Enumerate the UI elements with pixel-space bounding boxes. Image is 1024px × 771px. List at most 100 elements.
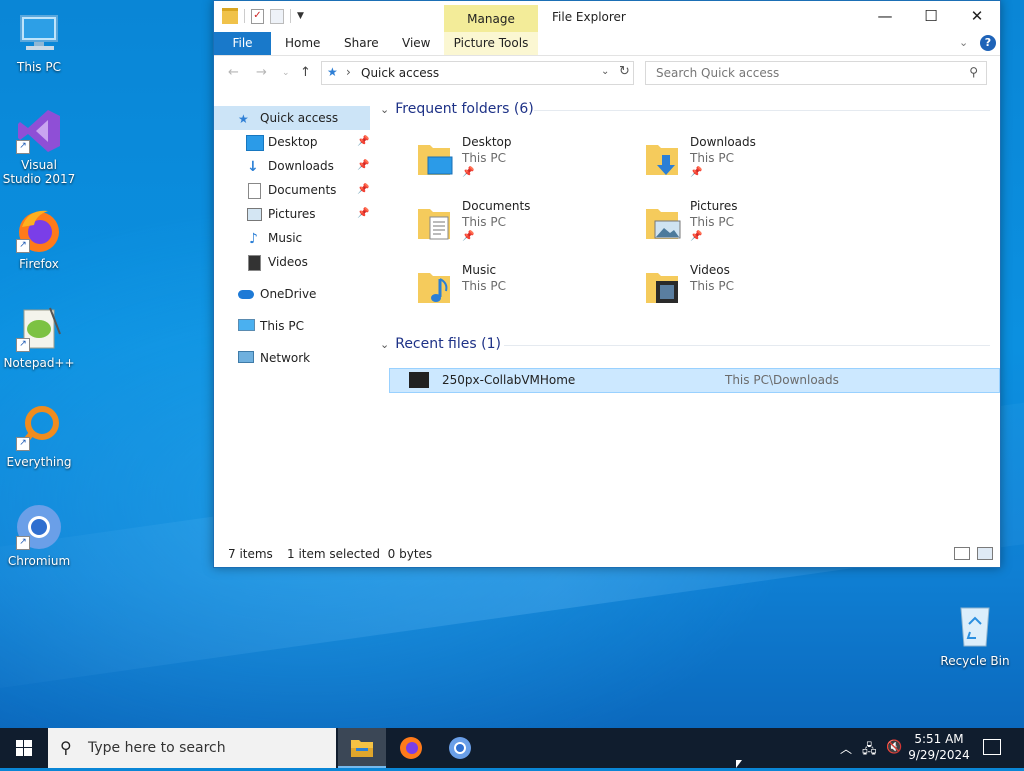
clock[interactable]: 5:51 AM 9/29/2024 xyxy=(900,731,978,763)
nav-item-quick-access[interactable]: ★ Quick access xyxy=(214,106,370,130)
desktop-icon-chromium[interactable]: ↗ Chromium xyxy=(2,502,76,568)
desktop-icon xyxy=(246,135,264,151)
desktop-icon-everything[interactable]: ↗ Everything xyxy=(2,403,76,469)
shortcut-arrow-icon: ↗ xyxy=(16,140,30,154)
chromium-icon xyxy=(449,737,471,759)
taskbar-firefox[interactable] xyxy=(387,728,435,768)
nav-item-this-pc[interactable]: This PC xyxy=(214,314,370,338)
search-input[interactable] xyxy=(654,62,958,84)
breadcrumb-separator-icon[interactable]: › xyxy=(346,65,351,79)
folder-tile-videos[interactable]: Videos This PC xyxy=(642,263,862,319)
tab-view[interactable]: View xyxy=(402,32,430,55)
firefox-icon: ↗ xyxy=(14,205,64,255)
forward-arrow-icon[interactable]: → xyxy=(256,65,267,80)
folder-downloads-icon xyxy=(646,145,678,175)
recent-locations-chevron-icon[interactable]: ⌄ xyxy=(282,68,290,78)
window-title: File Explorer xyxy=(552,10,626,24)
pin-icon: 📌 xyxy=(690,231,703,242)
pin-icon[interactable]: 📌 xyxy=(357,202,369,226)
search-box[interactable]: ⚲ xyxy=(645,61,987,85)
recent-file-path: This PC\Downloads xyxy=(725,373,839,387)
tab-picture-tools[interactable]: Picture Tools xyxy=(444,32,538,55)
address-dropdown-icon[interactable]: ⌄ xyxy=(601,66,609,77)
folder-location: This PC xyxy=(690,151,734,165)
search-icon[interactable]: ⚲ xyxy=(969,65,978,79)
music-icon: ♪ xyxy=(249,231,258,247)
show-hidden-icons-chevron-icon[interactable]: ︿ xyxy=(840,740,852,757)
pin-icon[interactable]: 📌 xyxy=(357,178,369,202)
nav-item-music[interactable]: ♪ Music xyxy=(214,226,370,250)
nav-item-label: Videos xyxy=(268,255,308,269)
minimize-button[interactable]: — xyxy=(862,1,908,32)
desktop-icon-this-pc[interactable]: This PC xyxy=(2,8,76,74)
nav-item-label: Pictures xyxy=(268,207,316,221)
status-bar: 7 items 1 item selected 0 bytes xyxy=(214,541,1000,567)
desktop-icon-notepadpp[interactable]: ↗ Notepad++ xyxy=(2,304,76,370)
folder-tile-downloads[interactable]: Downloads This PC 📌 xyxy=(642,135,862,191)
nav-item-downloads[interactable]: ↓ Downloads 📌 xyxy=(214,154,370,178)
taskbar-file-explorer[interactable] xyxy=(338,728,386,768)
properties-icon[interactable]: ✓ xyxy=(251,8,264,24)
tab-file[interactable]: File xyxy=(214,32,271,55)
desktop-icon-label: Recycle Bin xyxy=(940,654,1010,668)
shortcut-arrow-icon: ↗ xyxy=(16,536,30,550)
expand-ribbon-chevron-icon[interactable]: ⌄ xyxy=(959,36,968,49)
computer-icon xyxy=(238,319,255,331)
desktop-icon-visual-studio[interactable]: ↗ Visual Studio 2017 xyxy=(2,106,76,186)
tab-home[interactable]: Home xyxy=(285,32,320,55)
pin-icon: 📌 xyxy=(462,167,475,178)
download-icon: ↓ xyxy=(247,159,259,175)
chromium-icon: ↗ xyxy=(14,502,64,552)
nav-item-videos[interactable]: Videos xyxy=(214,250,370,274)
windows-logo-icon xyxy=(16,740,32,756)
folder-tile-pictures[interactable]: Pictures This PC 📌 xyxy=(642,199,862,255)
desktop-icon-firefox[interactable]: ↗ Firefox xyxy=(2,205,76,271)
recent-file-row[interactable]: 250px-CollabVMHome This PC\Downloads xyxy=(389,368,1000,393)
back-arrow-icon[interactable]: ← xyxy=(228,65,239,80)
folder-pictures-icon xyxy=(646,209,681,239)
pin-icon[interactable]: 📌 xyxy=(357,154,369,178)
refresh-icon[interactable]: ↻ xyxy=(619,64,630,79)
taskbar-search-box[interactable]: ⚲ Type here to search xyxy=(48,728,336,768)
title-bar[interactable]: ✓ ▼ Manage File Explorer — ☐ ✕ xyxy=(214,1,1000,32)
nav-item-label: Desktop xyxy=(268,135,318,149)
folder-tile-desktop[interactable]: Desktop This PC 📌 xyxy=(414,135,634,191)
nav-item-desktop[interactable]: Desktop 📌 xyxy=(214,130,370,154)
nav-item-pictures[interactable]: Pictures 📌 xyxy=(214,202,370,226)
chevron-down-icon[interactable]: ⌄ xyxy=(380,103,389,116)
group-header-label: Frequent folders (6) xyxy=(395,101,534,117)
shortcut-arrow-icon: ↗ xyxy=(16,338,30,352)
taskbar-chromium[interactable] xyxy=(436,728,484,768)
pin-icon[interactable]: 📌 xyxy=(357,130,369,154)
nav-item-network[interactable]: Network xyxy=(214,346,370,370)
network-status-icon[interactable]: 🖧 xyxy=(862,740,877,762)
address-bar[interactable]: ★ › Quick access ⌄ xyxy=(321,61,634,85)
recent-files-header[interactable]: ⌄ Recent files (1) xyxy=(380,336,501,352)
help-button[interactable]: ? xyxy=(980,35,996,51)
up-arrow-icon[interactable]: ↑ xyxy=(300,65,311,80)
address-text[interactable]: Quick access xyxy=(361,66,439,80)
nav-item-label: OneDrive xyxy=(260,287,317,301)
folder-icon[interactable] xyxy=(222,8,238,24)
large-icons-view-icon[interactable] xyxy=(977,547,993,560)
desktop-icon-recycle-bin[interactable]: Recycle Bin xyxy=(938,602,1012,668)
nav-item-documents[interactable]: Documents 📌 xyxy=(214,178,370,202)
folder-name: Downloads xyxy=(690,135,756,149)
close-button[interactable]: ✕ xyxy=(954,1,1000,32)
folder-tile-music[interactable]: Music This PC xyxy=(414,263,634,319)
action-center-icon[interactable] xyxy=(983,739,1001,755)
frequent-folders-header[interactable]: ⌄ Frequent folders (6) xyxy=(380,101,534,117)
cloud-icon xyxy=(238,290,254,299)
folder-name: Music xyxy=(462,263,497,277)
tab-share[interactable]: Share xyxy=(344,32,379,55)
nav-item-onedrive[interactable]: OneDrive xyxy=(214,282,370,306)
new-folder-icon[interactable] xyxy=(270,8,284,24)
start-button[interactable] xyxy=(0,728,48,768)
details-view-icon[interactable] xyxy=(954,547,970,560)
mouse-cursor-icon xyxy=(736,760,742,768)
folder-tile-documents[interactable]: Documents This PC 📌 xyxy=(414,199,634,255)
customize-toolbar-icon[interactable]: ▼ xyxy=(297,11,304,21)
pin-icon: 📌 xyxy=(462,231,475,242)
maximize-button[interactable]: ☐ xyxy=(908,1,954,32)
chevron-down-icon[interactable]: ⌄ xyxy=(380,338,389,351)
